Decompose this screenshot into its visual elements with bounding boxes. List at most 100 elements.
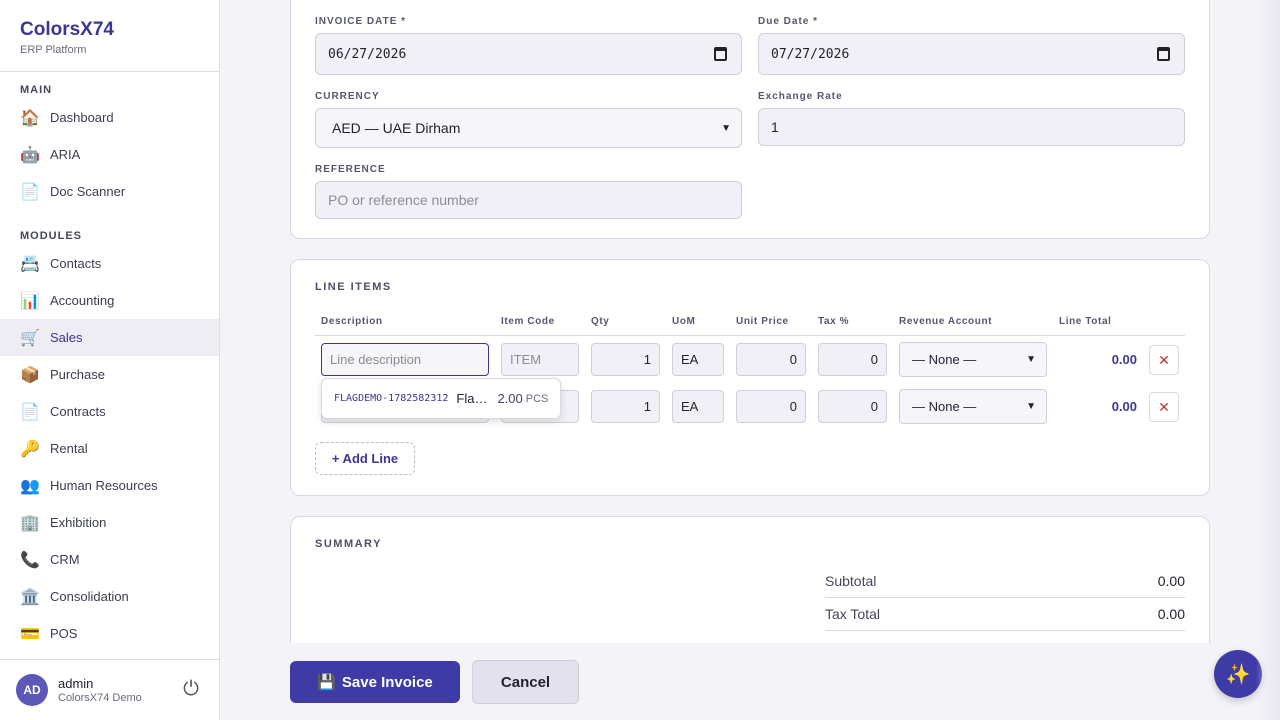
tax-total-value: 0.00: [1157, 606, 1185, 622]
user-name: admin: [58, 676, 94, 691]
card-index-icon: 📇: [20, 255, 40, 273]
sidebar-item-label: Sales: [50, 330, 83, 345]
sidebar-item-dashboard[interactable]: 🏠 Dashboard: [0, 99, 219, 136]
tax-input[interactable]: 0: [818, 343, 887, 376]
column-header-unit-price: Unit Price: [736, 316, 789, 327]
revenue-account-select[interactable]: — None — ▼: [899, 389, 1047, 424]
save-invoice-button[interactable]: 💾 Save Invoice: [290, 661, 460, 703]
column-header-revenue-account: Revenue Account: [899, 316, 993, 327]
qty-input[interactable]: 1: [591, 343, 660, 376]
delete-line-button[interactable]: ✕: [1149, 345, 1179, 375]
key-icon: 🔑: [20, 440, 40, 458]
sidebar-item-label: Accounting: [50, 293, 115, 308]
uom-input[interactable]: EA: [672, 390, 724, 423]
document-icon: 📄: [20, 403, 40, 421]
power-icon[interactable]: ⏻: [183, 678, 199, 701]
qty-input[interactable]: 1: [591, 390, 660, 423]
people-icon: 👥: [20, 477, 40, 495]
sidebar-item-label: Doc Scanner: [50, 184, 126, 199]
sidebar-item-accounting[interactable]: 📊 Accounting: [0, 282, 219, 319]
save-invoice-label: Save Invoice: [341, 673, 433, 691]
exchange-rate-value: 1: [771, 119, 779, 135]
calendar-icon[interactable]: [1157, 47, 1170, 61]
sidebar-item-label: Purchase: [50, 367, 105, 382]
revenue-account-value: — None —: [912, 399, 977, 414]
revenue-account-value: — None —: [912, 352, 977, 367]
nav-heading-main: MAIN: [20, 84, 53, 96]
line-total: 0.00: [1111, 399, 1137, 414]
invoice-details-card: INVOICE DATE * 06/27/2026 Due Date * 07/…: [290, 0, 1210, 239]
delete-line-button[interactable]: ✕: [1149, 392, 1179, 422]
user-info: admin ColorsX74 Demo: [58, 676, 142, 704]
add-line-button[interactable]: + Add Line: [315, 442, 415, 475]
sidebar-item-crm[interactable]: 📞 CRM: [0, 541, 219, 578]
summary-card: SUMMARY Subtotal 0.00 Tax Total 0.00: [290, 516, 1210, 656]
currency-select[interactable]: AED — UAE Dirham ▼: [315, 108, 742, 148]
brand-title[interactable]: ColorsX74: [20, 19, 199, 41]
brand: ColorsX74 ERP Platform: [0, 0, 219, 72]
cart-icon: 🛒: [20, 329, 40, 347]
invoice-date-input[interactable]: 06/27/2026: [315, 33, 742, 75]
column-header-qty: Qty: [591, 316, 610, 327]
sidebar-item-label: Human Resources: [50, 478, 158, 493]
action-bar: 💾 Save Invoice Cancel: [220, 643, 1280, 720]
package-icon: 📦: [20, 366, 40, 384]
nav-heading-modules: MODULES: [20, 230, 82, 242]
sidebar-item-label: CRM: [50, 552, 80, 567]
sidebar-item-pos[interactable]: 💳 POS: [0, 615, 219, 652]
sidebar-item-exhibition[interactable]: 🏢 Exhibition: [0, 504, 219, 541]
suggestion-item-qty: 2.00: [497, 391, 523, 406]
sidebar-item-aria[interactable]: 🤖 ARIA: [0, 136, 219, 173]
cancel-button[interactable]: Cancel: [472, 660, 579, 704]
sidebar-item-label: Contacts: [50, 256, 102, 271]
sidebar-item-sales[interactable]: 🛒 Sales: [0, 319, 219, 356]
description-input[interactable]: Line description: [321, 343, 489, 376]
calendar-icon[interactable]: [714, 47, 727, 61]
sidebar-item-label: Rental: [50, 441, 88, 456]
sidebar-item-human-resources[interactable]: 👥 Human Resources: [0, 467, 219, 504]
uom-input[interactable]: EA: [672, 343, 724, 376]
item-code-input[interactable]: ITEM: [501, 343, 579, 376]
line-total: 0.00: [1111, 352, 1137, 367]
tax-input[interactable]: 0: [818, 390, 887, 423]
item-suggestion-dropdown[interactable]: FLAGDEMO-1782582312 Fla… 2.00 PCS: [321, 378, 561, 419]
item-code-placeholder: ITEM: [510, 352, 542, 367]
sidebar-item-purchase[interactable]: 📦 Purchase: [0, 356, 219, 393]
sidebar-item-rental[interactable]: 🔑 Rental: [0, 430, 219, 467]
sidebar-item-consolidation[interactable]: 🏛️ Consolidation: [0, 578, 219, 615]
sidebar-item-contacts[interactable]: 📇 Contacts: [0, 245, 219, 282]
chevron-down-icon: ▼: [721, 123, 731, 134]
tax-total-row: Tax Total 0.00: [825, 598, 1185, 631]
sidebar-item-label: Dashboard: [50, 110, 114, 125]
robot-icon: 🤖: [20, 146, 40, 164]
chevron-down-icon: ▼: [1026, 354, 1036, 365]
unit-price-input[interactable]: 0: [736, 390, 806, 423]
invoice-date-value: 06/27/2026: [328, 46, 407, 62]
revenue-account-select[interactable]: — None — ▼: [899, 342, 1047, 377]
scroll-edge-shade: [1256, 0, 1280, 720]
close-icon: ✕: [1158, 398, 1170, 415]
subtotal-value: 0.00: [1157, 573, 1185, 589]
reference-input[interactable]: PO or reference number: [315, 181, 742, 219]
avatar[interactable]: AD: [16, 674, 48, 706]
sidebar-item-label: ARIA: [50, 147, 81, 162]
exchange-rate-input[interactable]: 1: [758, 108, 1185, 146]
header-divider: [315, 335, 1185, 336]
suggestion-item-code: FLAGDEMO-1782582312: [334, 393, 449, 404]
sidebar-item-contracts[interactable]: 📄 Contracts: [0, 393, 219, 430]
sidebar-item-doc-scanner[interactable]: 📄 Doc Scanner: [0, 173, 219, 210]
line-items-title: LINE ITEMS: [315, 281, 392, 293]
sidebar-item-label: POS: [50, 626, 78, 641]
ai-assistant-button[interactable]: ✨: [1214, 650, 1262, 698]
summary-title: SUMMARY: [315, 538, 382, 550]
close-icon: ✕: [1158, 351, 1170, 368]
suggestion-item-uom: PCS: [525, 392, 549, 405]
due-date-input[interactable]: 07/27/2026: [758, 33, 1185, 75]
sparkles-icon: ✨: [1225, 663, 1251, 686]
invoice-date-label: INVOICE DATE *: [315, 16, 407, 27]
unit-price-input[interactable]: 0: [736, 343, 806, 376]
home-icon: 🏠: [20, 109, 40, 127]
column-header-uom: UoM: [672, 316, 696, 327]
reference-label: REFERENCE: [315, 164, 386, 175]
credit-card-icon: 💳: [20, 625, 40, 643]
